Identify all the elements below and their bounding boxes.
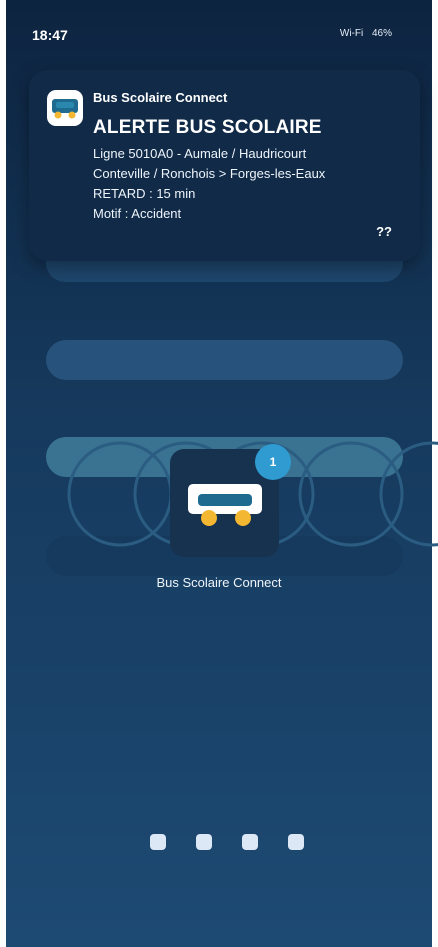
notification-title: ALERTE BUS SCOLAIRE (93, 117, 322, 138)
notification-line: RETARD : 15 min (93, 186, 196, 201)
school-bus-icon (188, 484, 262, 526)
status-indicators: Wi-Fi 46% (334, 28, 392, 39)
status-bar: 18:47 Wi-Fi 46% (6, 0, 432, 64)
notification-card[interactable]: Bus Scolaire Connect ALERTE BUS SCOLAIRE… (29, 70, 420, 261)
page-dot[interactable] (288, 834, 304, 850)
page-dot[interactable] (196, 834, 212, 850)
notification-more[interactable]: ?? (376, 224, 392, 239)
page-dot[interactable] (150, 834, 166, 850)
notification-app-name: Bus Scolaire Connect (93, 90, 228, 105)
notification-line: Conteville / Ronchois > Forges-les-Eaux (93, 166, 326, 181)
notification-line: Ligne 5010A0 - Aumale / Haudricourt (93, 146, 307, 161)
app-label[interactable]: Bus Scolaire Connect (0, 575, 438, 590)
status-time: 18:47 (32, 27, 68, 43)
page-dot[interactable] (242, 834, 258, 850)
background-pill (46, 340, 403, 380)
school-bus-icon (47, 90, 83, 126)
notification-line: Motif : Accident (93, 206, 182, 221)
wifi-label: Wi-Fi (339, 28, 364, 39)
battery-label: 46% (371, 28, 392, 39)
notification-badge: 1 (255, 444, 291, 480)
